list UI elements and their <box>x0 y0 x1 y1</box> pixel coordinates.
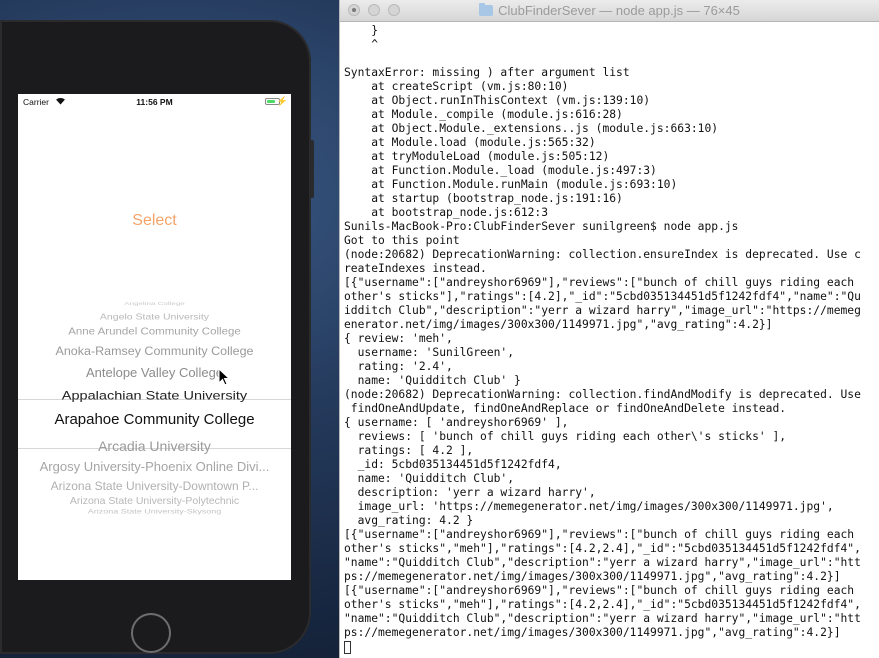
terminal-line: username: 'SunilGreen', <box>344 346 515 359</box>
terminal-line: description: 'yerr a wizard harry', <box>344 486 596 499</box>
terminal-line: { username: [ 'andreyshor6969' ], <box>344 416 569 429</box>
terminal-line: [{"username":["andreyshor6969"],"reviews… <box>344 528 855 541</box>
picker-row[interactable]: Antelope Valley College <box>18 365 291 380</box>
home-button[interactable] <box>131 613 171 653</box>
terminal-cursor <box>344 641 351 654</box>
terminal-line: Sunils-MacBook-Pro:ClubFinderSever sunil… <box>344 220 739 233</box>
iphone-simulator: Carrier 11:56 PM ⚡ Select Angelina Colle… <box>0 20 314 654</box>
mouse-pointer-icon <box>218 368 230 386</box>
terminal-line: idditch Club","description":"yerr a wiza… <box>344 304 861 317</box>
terminal-line: at Module._compile (module.js:616:28) <box>344 108 623 121</box>
terminal-line: avg_rating: 4.2 } <box>344 514 474 527</box>
terminal-line: (node:20682) DeprecationWarning: collect… <box>344 388 861 401</box>
picker-row[interactable]: Angelo State University <box>18 313 291 322</box>
picker-row[interactable]: Arcadia University <box>18 438 291 454</box>
terminal-line: at bootstrap_node.js:612:3 <box>344 206 549 219</box>
terminal-line: other's sticks","meh"],"ratings":[4.2,2.… <box>344 542 861 555</box>
terminal-line: "name":"Quidditch Club","description":"y… <box>344 612 861 625</box>
terminal-line: at Object.Module._extensions..js (module… <box>344 122 719 135</box>
picker-row[interactable]: Argosy University-Phoenix Online Divi... <box>18 459 291 474</box>
terminal-line: at Function.Module.runMain (module.js:69… <box>344 178 678 191</box>
terminal-line: Got to this point <box>344 234 460 247</box>
terminal-line: "name":"Quidditch Club","description":"y… <box>344 556 861 569</box>
terminal-line: [{"username":["andreyshor6969"],"reviews… <box>344 584 855 597</box>
select-button[interactable]: Select <box>18 212 291 230</box>
terminal-line: at Object.runInThisContext (vm.js:139:10… <box>344 94 651 107</box>
picker-row[interactable]: Anne Arundel Community College <box>18 327 291 337</box>
picker-row[interactable]: Arizona State University-Downtown P... <box>18 479 291 493</box>
terminal-line: ^ <box>344 38 379 51</box>
side-button[interactable] <box>310 140 314 198</box>
terminal-line: ps://memegenerator.net/img/images/300x30… <box>344 570 841 583</box>
terminal-line: at Function.Module._load (module.js:497:… <box>344 164 657 177</box>
picker-row[interactable]: Arizona State University-Polytechnic <box>18 495 291 506</box>
terminal-line: } <box>344 24 379 37</box>
terminal-line: other's sticks"],"ratings":[4.2],"_id":"… <box>344 290 861 303</box>
picker-row[interactable]: Angelina College <box>18 301 291 306</box>
picker-row[interactable]: Arizona State University-Skysong <box>18 507 291 515</box>
terminal-line: findOneAndUpdate, findOneAndReplace or f… <box>344 402 787 415</box>
terminal-line: ratings: [ 4.2 ], <box>344 444 474 457</box>
phone-screen: Carrier 11:56 PM ⚡ Select Angelina Colle… <box>18 94 291 580</box>
desktop-background: Carrier 11:56 PM ⚡ Select Angelina Colle… <box>0 0 340 658</box>
terminal-line: rating: '2.4', <box>344 360 453 373</box>
terminal-line: ps://memegenerator.net/img/images/300x30… <box>344 626 841 639</box>
terminal-line: name: 'Quidditch Club', <box>344 472 515 485</box>
terminal-line: enerator.net/img/images/300x300/1149971.… <box>344 318 773 331</box>
terminal-line: (node:20682) DeprecationWarning: collect… <box>344 248 861 261</box>
picker-row[interactable]: Anoka-Ramsey Community College <box>18 344 291 357</box>
status-time: 11:56 PM <box>136 97 173 107</box>
terminal-line: SyntaxError: missing ) after argument li… <box>344 66 630 79</box>
status-bar: Carrier 11:56 PM ⚡ <box>18 94 291 110</box>
terminal-output[interactable]: } ^ SyntaxError: missing ) after argument… <box>344 24 876 654</box>
terminal-line: { review: 'meh', <box>344 332 453 345</box>
folder-icon <box>479 3 494 16</box>
terminal-line: _id: 5cbd035134451d5f1242fdf4, <box>344 458 562 471</box>
picker-row[interactable]: Appalachian State University <box>18 389 291 403</box>
terminal-line: image_url: 'https://memegenerator.net/im… <box>344 500 834 513</box>
terminal-line: reateIndexes instead. <box>344 262 487 275</box>
terminal-line: name: 'Quidditch Club' } <box>344 374 521 387</box>
terminal-line: reviews: [ 'bunch of chill guys riding e… <box>344 430 787 443</box>
charging-bolt-icon: ⚡ <box>276 96 288 106</box>
terminal-line: at Module.load (module.js:565:32) <box>344 136 596 149</box>
terminal-line: at createScript (vm.js:80:10) <box>344 80 569 93</box>
university-picker[interactable]: Angelina College Angelo State University A… <box>18 299 291 529</box>
terminal-window[interactable]: ClubFinderSever — node app.js — 76×45 } … <box>339 0 879 658</box>
terminal-line: other's sticks","meh"],"ratings":[4.2,2.… <box>344 598 861 611</box>
terminal-line: at startup (bootstrap_node.js:191:16) <box>344 192 623 205</box>
window-title: ClubFinderSever — node app.js — 76×45 <box>498 3 740 18</box>
terminal-line: [{"username":["andreyshor6969"],"reviews… <box>344 276 855 289</box>
window-title-area: ClubFinderSever — node app.js — 76×45 <box>340 3 879 18</box>
picker-row[interactable]: Arapahoe Community College <box>18 411 291 428</box>
title-bar[interactable]: ClubFinderSever — node app.js — 76×45 <box>340 0 879 22</box>
terminal-line: at tryModuleLoad (module.js:505:12) <box>344 150 610 163</box>
